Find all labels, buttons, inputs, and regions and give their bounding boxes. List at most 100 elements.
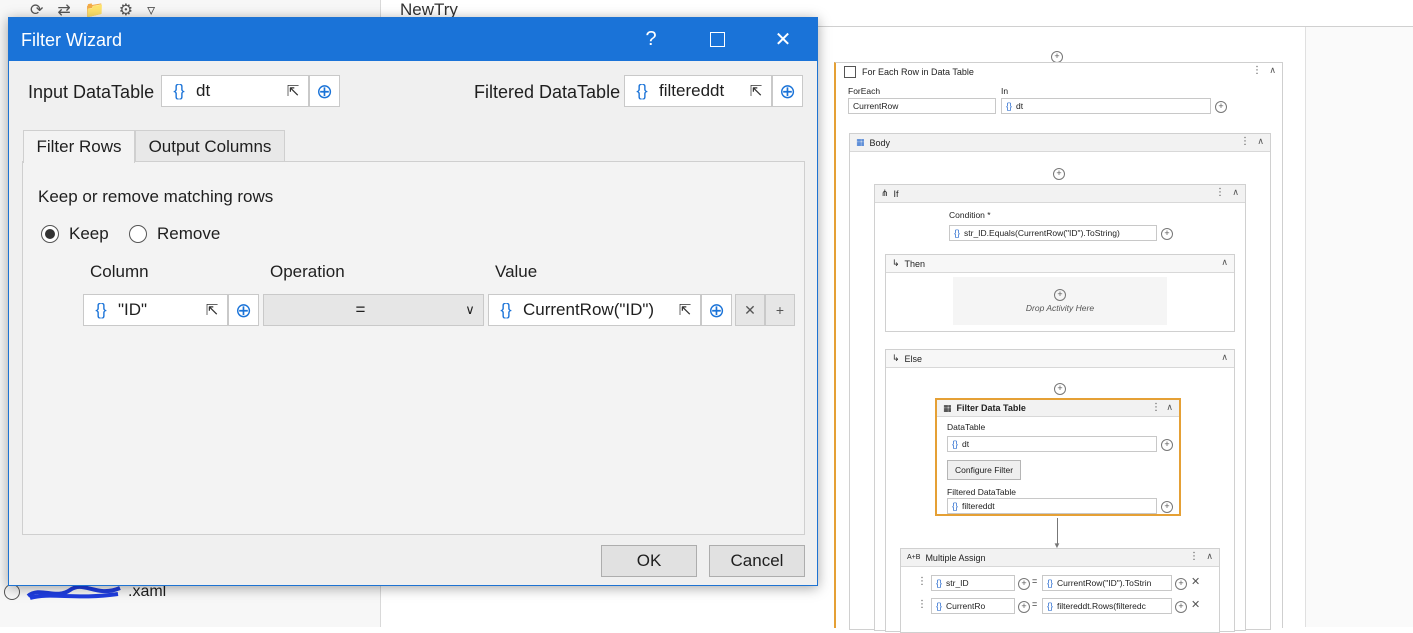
section-title: Keep or remove matching rows bbox=[38, 187, 274, 206]
value-header: Value bbox=[495, 262, 538, 281]
filter-title: Filter Data Table bbox=[956, 403, 1026, 413]
tab-output-columns[interactable]: Output Columns bbox=[135, 130, 285, 162]
filter-activity[interactable]: ▦ Filter Data Table ⋮ ∧ DataTable {} dt … bbox=[935, 398, 1181, 516]
close-icon: ✕ bbox=[744, 301, 756, 318]
assign-left-input[interactable]: {} str_ID bbox=[931, 575, 1015, 591]
assign-left-input[interactable]: {} CurrentRo bbox=[931, 598, 1015, 614]
more-options-icon[interactable]: ⋮ bbox=[1252, 65, 1262, 76]
then-collapse-icon[interactable]: ∧ bbox=[1221, 257, 1228, 268]
if-icon: ⋔ bbox=[881, 188, 889, 198]
expression-braces-icon: {} bbox=[95, 300, 107, 319]
condition-input[interactable]: {} str_ID.Equals(CurrentRow("ID").ToStri… bbox=[949, 225, 1157, 241]
configure-filter-button[interactable]: Configure Filter bbox=[947, 460, 1022, 480]
row-column-field[interactable]: {} "ID" ⇱ bbox=[83, 294, 228, 326]
condition-label: Condition * bbox=[949, 210, 991, 220]
expression-braces-icon: {} bbox=[636, 81, 648, 100]
dialog-titlebar[interactable]: Filter Wizard ? ✕ bbox=[9, 18, 817, 61]
if-activity[interactable]: ⋔ If ⋮ ∧ Condition * {} str_ID.Equals(Cu… bbox=[874, 184, 1246, 633]
close-button[interactable]: ✕ bbox=[753, 18, 813, 61]
expression-braces-icon: {} bbox=[173, 81, 185, 100]
filter-more-icon[interactable]: ⋮ bbox=[1151, 402, 1161, 413]
operation-select[interactable]: = ∨ bbox=[263, 294, 484, 326]
file-icon bbox=[4, 584, 20, 600]
column-header: Column bbox=[90, 262, 149, 281]
filtered-datatable-add-button[interactable]: ⊕ bbox=[772, 75, 803, 107]
assign-eq: = bbox=[1032, 599, 1038, 609]
body-add-icon[interactable]: + bbox=[1053, 168, 1065, 180]
body-sequence[interactable]: ▦ Body ⋮ ∧ + ⋔ If ⋮ ∧ Condition * {} str… bbox=[849, 133, 1271, 633]
else-collapse-icon[interactable]: ∧ bbox=[1221, 352, 1228, 363]
assign-title: Multiple Assign bbox=[925, 552, 986, 563]
datatable-add-icon[interactable]: + bbox=[1161, 439, 1173, 451]
assign-right-input[interactable]: {} CurrentRow("ID").ToStrin bbox=[1042, 575, 1172, 591]
plus-circle-icon: ⊕ bbox=[235, 299, 252, 322]
filtered-add-icon[interactable]: + bbox=[1161, 501, 1173, 513]
else-add-icon[interactable]: + bbox=[1054, 383, 1066, 395]
row-value-field[interactable]: {} CurrentRow("ID") ⇱ bbox=[488, 294, 701, 326]
body-more-icon[interactable]: ⋮ bbox=[1240, 136, 1250, 147]
remove-row-icon[interactable]: ✕ bbox=[1191, 598, 1200, 611]
foreach-input[interactable]: CurrentRow bbox=[848, 98, 996, 114]
foreach-icon bbox=[844, 66, 856, 78]
filter-collapse-icon[interactable]: ∧ bbox=[1166, 402, 1173, 413]
condition-add-icon[interactable]: + bbox=[1161, 228, 1173, 240]
else-branch[interactable]: ↳ Else ∧ + ▦ Filter Data Table ⋮ ∧ DataT… bbox=[885, 349, 1235, 633]
drop-zone[interactable]: + Drop Activity Here bbox=[953, 277, 1167, 325]
then-title: Then bbox=[904, 258, 926, 269]
canvas-side-panel bbox=[1305, 27, 1413, 627]
redaction-scribble bbox=[26, 584, 122, 600]
ok-button[interactable]: OK bbox=[601, 545, 697, 577]
expand-icon[interactable]: ⇱ bbox=[197, 301, 227, 319]
assign-left-add-icon[interactable]: + bbox=[1018, 601, 1030, 613]
filtered-datatable-field[interactable]: {} filtereddt ⇱ bbox=[624, 75, 772, 107]
if-more-icon[interactable]: ⋮ bbox=[1215, 187, 1225, 198]
filter-table-icon: ▦ bbox=[943, 402, 952, 413]
row-column-add-button[interactable]: ⊕ bbox=[228, 294, 259, 326]
filter-rows-panel: Keep or remove matching rows Keep Remove… bbox=[22, 161, 805, 535]
input-datatable-add-button[interactable]: ⊕ bbox=[309, 75, 340, 107]
multiple-assign-activity[interactable]: A+B Multiple Assign ⋮ ∧ ⋮⋮ {} str_ID + =… bbox=[900, 548, 1220, 633]
filtered-input[interactable]: {} filtereddt bbox=[947, 498, 1157, 514]
body-collapse-icon[interactable]: ∧ bbox=[1257, 136, 1264, 147]
row-value-add-button[interactable]: ⊕ bbox=[701, 294, 732, 326]
chevron-down-icon: ∨ bbox=[465, 302, 475, 317]
plus-icon: + bbox=[775, 302, 785, 318]
input-datatable-field[interactable]: {} dt ⇱ bbox=[161, 75, 309, 107]
tab-filter-rows[interactable]: Filter Rows bbox=[23, 130, 135, 163]
assign-more-icon[interactable]: ⋮ bbox=[1189, 551, 1199, 562]
foreach-title: For Each Row in Data Table bbox=[862, 67, 974, 77]
remove-filter-row-button[interactable]: ✕ bbox=[735, 294, 765, 326]
foreach-activity[interactable]: For Each Row in Data Table ⋮ ∧ ForEach C… bbox=[834, 62, 1283, 633]
collapse-icon[interactable]: ∧ bbox=[1269, 65, 1276, 76]
keep-radio[interactable]: Keep bbox=[41, 224, 109, 244]
drop-add-icon[interactable]: + bbox=[1054, 289, 1066, 301]
close-icon: ✕ bbox=[774, 29, 792, 51]
cancel-button[interactable]: Cancel bbox=[709, 545, 805, 577]
assign-right-add-icon[interactable]: + bbox=[1175, 578, 1187, 590]
plus-circle-icon: ⊕ bbox=[708, 299, 725, 322]
expand-icon[interactable]: ⇱ bbox=[741, 82, 771, 100]
in-label: In bbox=[1001, 86, 1009, 96]
operation-value: = bbox=[355, 300, 366, 319]
assign-right-add-icon[interactable]: + bbox=[1175, 601, 1187, 613]
expand-icon[interactable]: ⇱ bbox=[278, 82, 308, 100]
assign-left-add-icon[interactable]: + bbox=[1018, 578, 1030, 590]
add-filter-row-button[interactable]: + bbox=[765, 294, 795, 326]
in-add-icon[interactable]: + bbox=[1215, 101, 1227, 113]
assign-collapse-icon[interactable]: ∧ bbox=[1206, 551, 1213, 562]
then-branch[interactable]: ↳ Then ∧ + Drop Activity Here bbox=[885, 254, 1235, 332]
remove-row-icon[interactable]: ✕ bbox=[1191, 575, 1200, 588]
in-input[interactable]: {} dt bbox=[1001, 98, 1211, 114]
filtered-datatable-label: Filtered DataTable bbox=[474, 82, 621, 102]
drop-text: Drop Activity Here bbox=[1025, 303, 1095, 313]
remove-radio[interactable]: Remove bbox=[129, 224, 220, 244]
assign-right-input[interactable]: {} filtereddt.Rows(filteredc bbox=[1042, 598, 1172, 614]
expand-icon[interactable]: ⇱ bbox=[670, 301, 700, 319]
foreach-label: ForEach bbox=[848, 86, 881, 96]
if-collapse-icon[interactable]: ∧ bbox=[1232, 187, 1239, 198]
branch-icon: ↳ bbox=[892, 258, 900, 268]
help-button[interactable]: ? bbox=[621, 18, 681, 61]
maximize-button[interactable] bbox=[687, 18, 747, 61]
filtered-label: Filtered DataTable bbox=[947, 487, 1016, 497]
datatable-input[interactable]: {} dt bbox=[947, 436, 1157, 452]
